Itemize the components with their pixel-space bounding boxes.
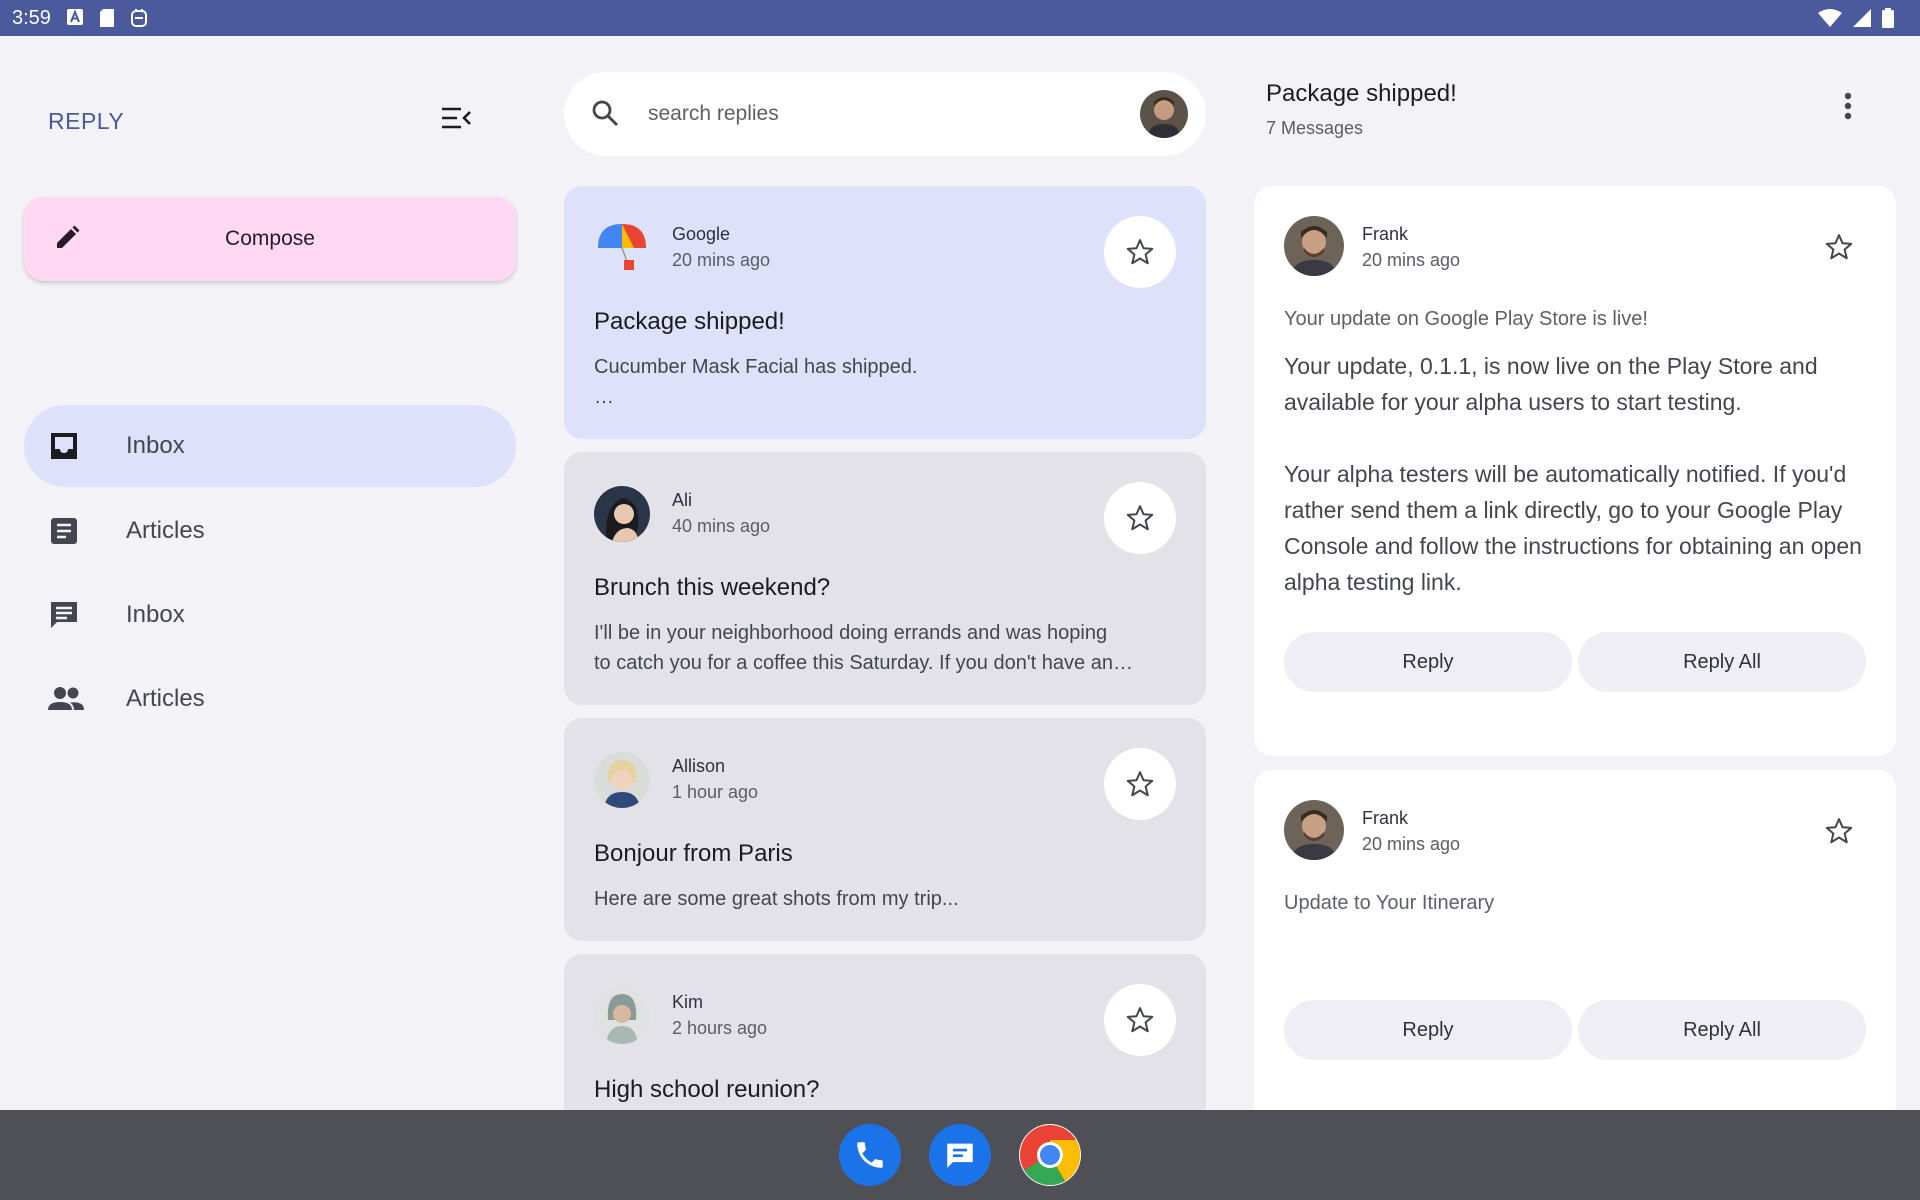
email-time: 2 hours ago [672,1018,768,1038]
email-sender: Ali [672,490,693,510]
chat-icon [48,599,80,631]
sender-avatar [594,486,650,542]
sender-avatar [594,752,650,808]
collapse-menu-button[interactable] [436,102,476,138]
email-card[interactable]: Kim 2 hours ago High school reunion? [564,954,1206,1134]
taskbar [0,1110,1920,1200]
email-preview: Here are some great shots from my trip..… [594,884,1176,914]
sender-avatar [594,220,650,276]
inbox-icon [48,430,80,462]
star-button[interactable] [1812,804,1866,858]
nav-item-inbox[interactable]: Inbox [24,405,516,487]
reply-all-button[interactable]: Reply All [1578,1000,1866,1060]
star-icon [1126,771,1154,797]
email-subject: High school reunion? [594,1076,820,1103]
star-icon [1126,505,1154,531]
preview-line: … [594,386,614,408]
message-time: 20 mins ago [1362,834,1461,854]
reply-all-button[interactable]: Reply All [1578,632,1866,692]
phone-app-icon[interactable] [839,1124,901,1186]
star-button[interactable] [1104,216,1176,288]
email-subject: Brunch this weekend? [594,574,831,601]
nav-item-label: Inbox [126,432,185,459]
nav-item-label: Inbox [126,601,185,628]
sender-avatar [1284,216,1344,276]
star-button[interactable] [1104,748,1176,820]
email-card[interactable]: Allison 1 hour ago Bonjour from Paris He… [564,718,1206,941]
signal-icon [1852,8,1872,33]
email-sender: Allison [672,756,726,776]
keyboard-notification-icon [66,8,84,28]
messages-app-icon[interactable] [929,1124,991,1186]
status-bar: 3:59 [0,0,1920,36]
battery-icon [1882,8,1894,33]
preview-line: to catch you for a coffee this Saturday.… [594,652,1133,674]
email-subject: Bonjour from Paris [594,840,793,867]
nav-item-label: Articles [126,517,205,544]
star-icon [1126,1007,1154,1033]
sender-avatar [1284,800,1344,860]
shield-icon [130,8,148,28]
chrome-app-icon[interactable] [1019,1124,1081,1186]
nav-item-label: Articles [126,685,205,712]
message-card: Frank 20 mins ago Update to Your Itinera… [1254,770,1896,1140]
preview-line: Cucumber Mask Facial has shipped. [594,356,918,378]
article-icon [48,515,80,547]
message-sender: Frank [1362,224,1409,244]
more-options-button[interactable] [1830,90,1866,126]
sd-card-icon [98,8,116,28]
email-card[interactable]: Google 20 mins ago Package shipped! Cucu… [564,186,1206,439]
star-icon [1126,239,1154,265]
nav-item-articles[interactable]: Articles [24,490,516,572]
email-preview: Cucumber Mask Facial has shipped. … [594,352,1176,412]
email-preview: I'll be in your neighborhood doing erran… [594,618,1176,678]
status-time: 3:59 [12,7,51,29]
star-button[interactable] [1104,984,1176,1056]
email-subject: Package shipped! [594,308,785,335]
menu-open-icon [441,107,471,134]
search-icon [590,98,620,133]
message-subject: Update to Your Itinerary [1284,892,1495,914]
detail-title: Package shipped! [1266,80,1457,107]
more-vert-icon [1844,92,1852,125]
profile-avatar[interactable] [1140,90,1188,138]
star-icon [1825,234,1853,260]
search-bar[interactable] [564,72,1206,156]
email-sender: Kim [672,992,703,1012]
email-sender: Google [672,224,731,244]
app-brand: REPLY [48,108,125,134]
compose-label: Compose [225,227,315,250]
message-sender: Frank [1362,808,1409,828]
reply-button[interactable]: Reply [1284,632,1572,692]
message-body: Your update, 0.1.1, is now live on the P… [1284,353,1862,595]
nav-item-chat[interactable]: Inbox [24,574,516,656]
message-subject: Your update on Google Play Store is live… [1284,308,1648,330]
message-card: Frank 20 mins ago Your update on Google … [1254,186,1896,756]
message-count: 7 Messages [1266,118,1364,138]
sender-avatar [594,988,650,1044]
star-button[interactable] [1812,220,1866,274]
preview-line: Here are some great shots from my trip..… [594,888,959,910]
group-icon [48,683,84,715]
compose-button[interactable]: Compose [24,197,516,281]
email-time: 1 hour ago [672,782,759,802]
email-card[interactable]: Ali 40 mins ago Brunch this weekend? I'l… [564,452,1206,705]
star-icon [1825,818,1853,844]
email-time: 20 mins ago [672,250,771,270]
wifi-icon [1818,8,1842,33]
nav-item-groups[interactable]: Articles [24,658,516,740]
search-input[interactable] [648,92,1088,136]
reply-button[interactable]: Reply [1284,1000,1572,1060]
preview-line: I'll be in your neighborhood doing erran… [594,622,1108,644]
message-time: 20 mins ago [1362,250,1461,270]
star-button[interactable] [1104,482,1176,554]
email-time: 40 mins ago [672,516,771,536]
